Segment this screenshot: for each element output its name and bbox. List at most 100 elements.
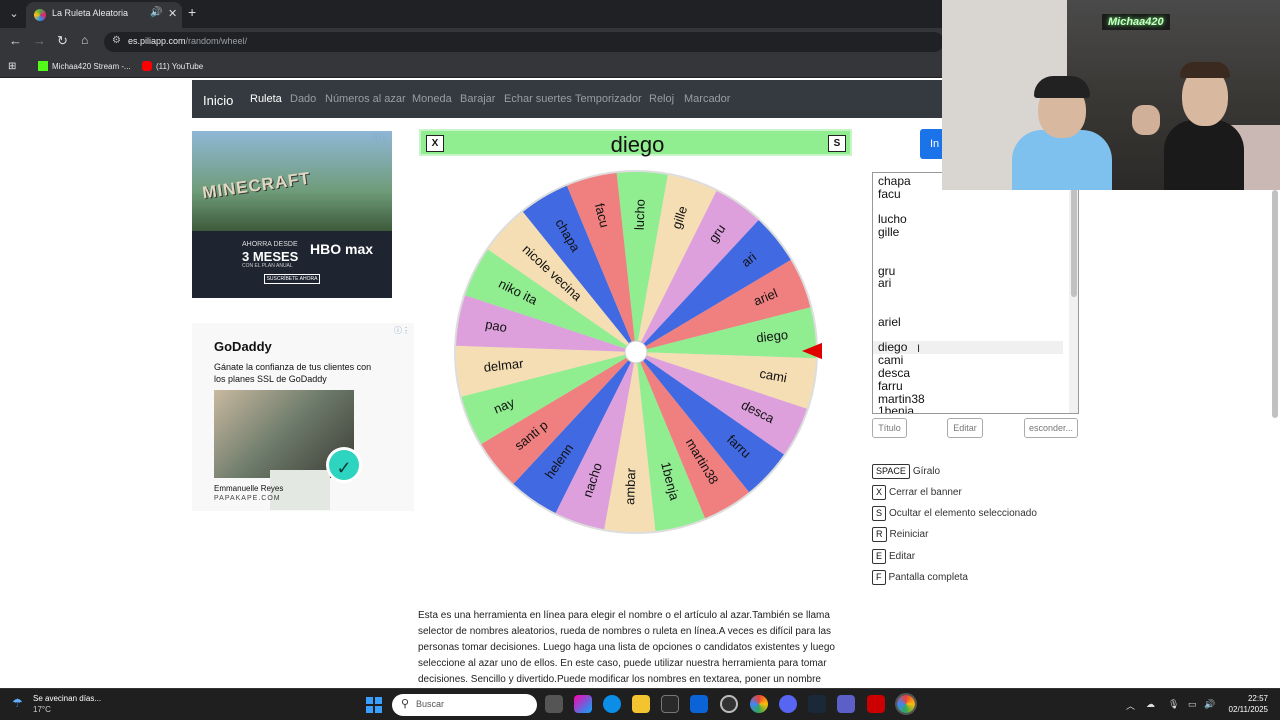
cloud-icon[interactable]: ☁: [1146, 699, 1155, 710]
wheel-segment-label: lucho: [632, 199, 648, 231]
textarea-line: facu: [878, 186, 901, 201]
tab-title: La Ruleta Aleatoria: [52, 8, 129, 18]
url-text: es.piliapp.com/random/wheel/: [128, 36, 248, 46]
weather-icon[interactable]: ☂: [12, 696, 23, 710]
teams-icon[interactable]: [837, 695, 855, 713]
outlook-icon[interactable]: [690, 695, 708, 713]
home-icon[interactable]: ⌂: [81, 33, 88, 47]
ad-brand: HBO max: [310, 241, 374, 257]
wheel-segment-label: ambar: [622, 467, 638, 505]
reload-icon[interactable]: ↻: [57, 33, 68, 49]
textarea-scroll-thumb[interactable]: [1071, 185, 1077, 297]
obs-icon[interactable]: [720, 695, 738, 713]
chrome-icon[interactable]: [750, 695, 768, 713]
text-cursor-icon: I: [917, 343, 921, 355]
back-arrow-icon[interactable]: ←: [9, 33, 22, 48]
page-scroll-thumb[interactable]: [1272, 190, 1278, 418]
shield-check-icon: ✓: [326, 447, 362, 483]
nav-item-reloj[interactable]: Reloj: [649, 93, 674, 105]
textarea-line: ariel: [878, 314, 901, 329]
nav-item-barajar[interactable]: Barajar: [460, 93, 495, 105]
forward-arrow-icon[interactable]: →: [33, 33, 46, 48]
weather-title[interactable]: Se avecinan días...: [33, 694, 101, 703]
nav-item-numeros[interactable]: Números al azar: [325, 93, 406, 105]
youtube-icon: [142, 61, 152, 71]
shortcut-e: E Editar: [872, 549, 915, 564]
shortcut-key: F: [872, 570, 886, 585]
nav-item-dado[interactable]: Dado: [290, 93, 316, 105]
weather-temp[interactable]: 17°C: [33, 705, 51, 714]
file-explorer-icon[interactable]: [632, 695, 650, 713]
new-tab-button[interactable]: +: [188, 4, 196, 20]
bookmark-youtube[interactable]: (11) YouTube: [142, 61, 203, 71]
page-scrollbar[interactable]: [1270, 190, 1280, 420]
bookmark-kick[interactable]: Michaa420 Stream -...: [38, 61, 131, 71]
ad-cta-button[interactable]: SUSCRÍBETE AHORA: [264, 274, 320, 284]
volume-icon[interactable]: 🔊: [1204, 699, 1215, 710]
store-icon[interactable]: [661, 695, 679, 713]
edit-button[interactable]: Editar: [947, 418, 983, 438]
ad-godaddy[interactable]: ⓘ⋮ GoDaddy Gánate la confianza de tus cl…: [192, 323, 414, 511]
textarea-line: diego: [878, 340, 908, 355]
shortcut-label: Editar: [889, 551, 916, 562]
names-textarea[interactable]: I chapa facu lucho gille gru ari ariel diego cam…: [872, 172, 1079, 414]
start-button[interactable]: In: [920, 129, 944, 159]
title-button[interactable]: Título: [872, 418, 907, 438]
ad-person-name: Emmanuelle Reyes: [214, 484, 284, 493]
textarea-line: gille: [878, 225, 900, 240]
godaddy-logo: GoDaddy: [214, 339, 272, 354]
nav-item-temporizador[interactable]: Temporizador: [575, 93, 642, 105]
edge-icon[interactable]: [603, 695, 621, 713]
ad-line3: CON EL PLAN ANUAL: [242, 263, 293, 269]
browser-tab[interactable]: La Ruleta Aleatoria 🔊 ✕: [26, 2, 182, 28]
ad-info-icon[interactable]: ⓘ⋮: [394, 325, 410, 336]
hide-button[interactable]: esconder...: [1024, 418, 1078, 438]
shortcut-key: S: [872, 506, 887, 521]
streaming-app-icon[interactable]: [867, 695, 885, 713]
nav-item-ruleta[interactable]: Ruleta: [250, 93, 282, 105]
address-bar[interactable]: ⚙ es.piliapp.com/random/wheel/: [104, 32, 944, 52]
apps-grid-icon[interactable]: ⊞: [8, 61, 16, 72]
shortcut-label: Cerrar el banner: [889, 487, 962, 498]
task-view-icon[interactable]: [545, 695, 563, 713]
shortcut-key: SPACE: [872, 464, 910, 479]
nav-home-link[interactable]: Inicio: [203, 93, 233, 108]
nav-item-marcador[interactable]: Marcador: [684, 93, 730, 105]
spin-wheel[interactable]: lucho gillegruariarieldiegocamidescafarru…: [450, 168, 822, 540]
textarea-scrollbar[interactable]: [1069, 173, 1078, 413]
ad-minecraft-hbo[interactable]: MINECRAFT AHORRA DESDE 3 MESES CON EL PL…: [192, 131, 392, 298]
waving-hand: [1132, 105, 1160, 135]
clock-time[interactable]: 22:57: [1232, 694, 1268, 703]
site-info-icon[interactable]: ⚙: [112, 35, 121, 46]
hide-selected-button[interactable]: S: [828, 135, 846, 152]
clock-date[interactable]: 02/11/2025: [1222, 705, 1268, 714]
shortcut-label: Pantalla completa: [888, 572, 969, 583]
textarea-line: 1benja: [878, 404, 915, 414]
person-left-body: [1012, 130, 1112, 190]
close-banner-button[interactable]: X: [426, 135, 444, 152]
copilot-icon[interactable]: [574, 695, 592, 713]
discord-icon[interactable]: [779, 695, 797, 713]
kick-icon: [38, 61, 48, 71]
close-tab-icon[interactable]: ✕: [168, 7, 177, 20]
selected-name: diego: [610, 132, 665, 157]
tab-search-button[interactable]: ⌄: [4, 4, 24, 24]
steam-icon[interactable]: [808, 695, 826, 713]
windows-taskbar: ☂ Se avecinan días... 17°C ⚲ Buscar ︿ ☁ …: [0, 688, 1280, 720]
taskbar-search[interactable]: ⚲ Buscar: [392, 694, 537, 716]
nav-item-moneda[interactable]: Moneda: [412, 93, 452, 105]
shortcut-label: Reiniciar: [889, 529, 929, 540]
ad-line1: AHORRA DESDE: [242, 241, 298, 248]
speaker-icon[interactable]: 🔊: [150, 7, 162, 18]
microphone-icon[interactable]: 🎙: [1168, 699, 1179, 710]
nav-item-echar-suertes[interactable]: Echar suertes: [504, 93, 572, 105]
chrome-active-icon[interactable]: [895, 693, 917, 715]
chevron-up-icon[interactable]: ︿: [1126, 699, 1135, 712]
textarea-line: chapa: [878, 174, 911, 188]
shortcut-r: R Reiniciar: [872, 527, 928, 542]
windows-start-icon[interactable]: [366, 697, 382, 713]
webcam-overlay: Michaa420: [942, 0, 1280, 190]
network-icon[interactable]: ▭: [1188, 699, 1197, 710]
ad-info-icon[interactable]: ⓘ⋮: [372, 132, 388, 143]
neon-sign: Michaa420: [1102, 14, 1170, 30]
